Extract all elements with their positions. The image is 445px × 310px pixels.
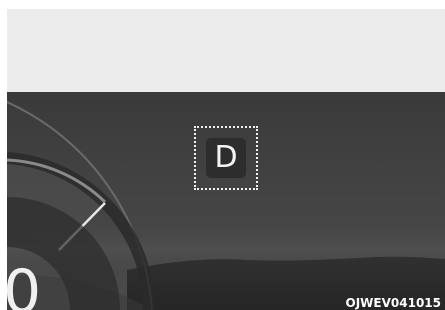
top-band [7,9,445,92]
gear-indicator: D [206,138,246,178]
gear-indicator-highlight-frame: D [194,126,258,190]
speed-readout: 0 [7,257,42,310]
instrument-cluster-display: D 0 [7,92,445,310]
image-code-label: OJWEV041015 [345,296,441,310]
instrument-cluster-figure: D 0 OJWEV041015 [0,0,445,310]
cluster-background-art [7,100,445,310]
